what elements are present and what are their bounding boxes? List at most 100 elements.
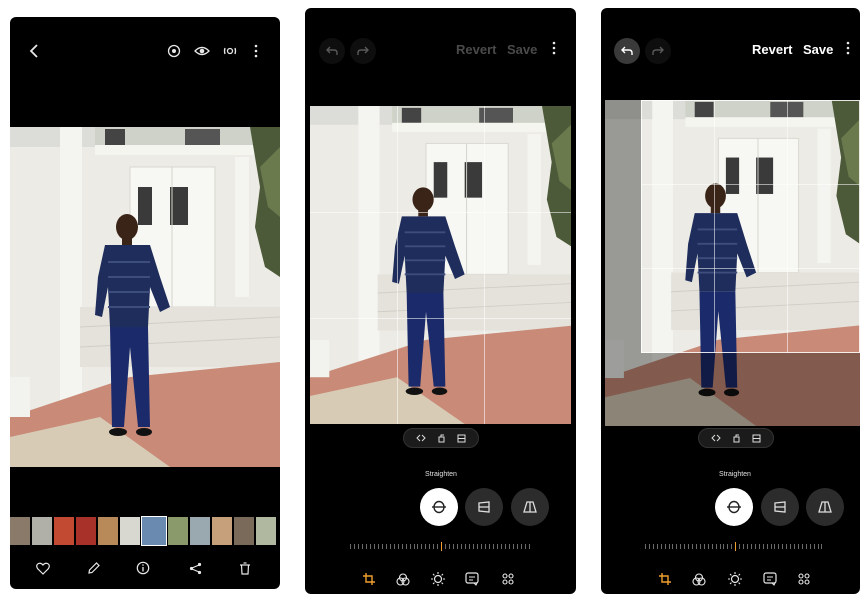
dial-tick bbox=[350, 543, 351, 549]
motion-photo-icon[interactable] bbox=[166, 43, 182, 59]
edit-photo-canvas[interactable] bbox=[605, 100, 860, 426]
share-icon[interactable] bbox=[186, 559, 204, 577]
decorations-icon[interactable] bbox=[762, 571, 778, 587]
tone-icon[interactable] bbox=[727, 571, 743, 587]
dial-tick bbox=[516, 543, 518, 549]
edit-photo-canvas[interactable] bbox=[310, 106, 571, 424]
dial-tick bbox=[707, 543, 709, 549]
dial-tick bbox=[817, 543, 819, 549]
filters-icon[interactable] bbox=[691, 571, 707, 587]
straighten-dial[interactable] bbox=[350, 541, 530, 551]
dial-tick bbox=[357, 543, 359, 549]
dial-tick bbox=[421, 543, 423, 549]
info-icon[interactable] bbox=[134, 559, 152, 577]
crop-grid-line bbox=[310, 212, 571, 213]
more-tools-icon[interactable] bbox=[796, 571, 812, 587]
undo-button[interactable] bbox=[319, 38, 345, 64]
dial-tick bbox=[512, 543, 514, 549]
dial-tick bbox=[676, 543, 678, 549]
save-button[interactable]: Save bbox=[507, 42, 537, 57]
gallery-thumbnail[interactable] bbox=[256, 517, 276, 545]
edit-pencil-icon[interactable] bbox=[84, 559, 102, 577]
dial-tick bbox=[361, 543, 363, 549]
revert-button[interactable]: Revert bbox=[456, 42, 496, 57]
dial-tick bbox=[660, 543, 662, 549]
dial-tick bbox=[369, 543, 371, 549]
redo-button[interactable] bbox=[350, 38, 376, 64]
transform-icon[interactable] bbox=[657, 571, 673, 587]
dial-tick bbox=[524, 543, 526, 549]
crop-grid-line bbox=[397, 106, 398, 424]
dial-tick bbox=[441, 541, 443, 551]
straighten-dial[interactable] bbox=[645, 541, 823, 551]
undo-button[interactable] bbox=[614, 38, 640, 64]
dial-tick bbox=[684, 543, 686, 549]
revert-button[interactable]: Revert bbox=[752, 42, 792, 57]
transform-icon[interactable] bbox=[361, 571, 377, 587]
horizontal-perspective-button[interactable] bbox=[511, 488, 549, 526]
dial-tick bbox=[723, 543, 725, 549]
gallery-thumbnail[interactable] bbox=[120, 517, 140, 545]
delete-trash-icon[interactable] bbox=[236, 559, 254, 577]
crop-frame[interactable] bbox=[641, 100, 860, 353]
dial-tick bbox=[692, 543, 694, 549]
thumbnail-strip[interactable] bbox=[10, 516, 280, 549]
straighten-mode-button[interactable] bbox=[715, 488, 753, 526]
gallery-thumbnail[interactable] bbox=[32, 517, 52, 545]
eye-icon[interactable] bbox=[193, 43, 211, 59]
dial-tick bbox=[453, 543, 455, 549]
gallery-thumbnail[interactable] bbox=[168, 517, 188, 545]
rotate-icon[interactable] bbox=[732, 434, 741, 443]
vertical-perspective-icon bbox=[774, 501, 786, 513]
back-arrow-icon[interactable] bbox=[26, 43, 42, 59]
gallery-thumbnail[interactable] bbox=[76, 517, 96, 545]
more-tools-icon[interactable] bbox=[500, 571, 516, 587]
more-vertical-icon[interactable] bbox=[843, 40, 853, 56]
gallery-thumbnail[interactable] bbox=[10, 517, 30, 545]
gallery-thumbnail[interactable] bbox=[190, 517, 210, 545]
crop-grid-line bbox=[484, 106, 485, 424]
dial-tick bbox=[484, 543, 486, 549]
aspect-ratio-icon[interactable] bbox=[457, 434, 466, 443]
dial-tick bbox=[461, 543, 463, 549]
flip-icon[interactable] bbox=[415, 434, 426, 442]
rotate-icon[interactable] bbox=[437, 434, 446, 443]
horizontal-perspective-button[interactable] bbox=[806, 488, 844, 526]
straighten-icon bbox=[432, 500, 446, 514]
flip-icon[interactable] bbox=[710, 434, 721, 442]
dial-tick bbox=[473, 543, 475, 549]
dial-tick bbox=[758, 543, 760, 549]
gallery-thumbnail[interactable] bbox=[54, 517, 74, 545]
dial-tick bbox=[520, 543, 522, 549]
vertical-perspective-button[interactable] bbox=[465, 488, 503, 526]
decorations-icon[interactable] bbox=[464, 571, 480, 587]
main-photo[interactable] bbox=[10, 127, 280, 467]
mode-label: Straighten bbox=[425, 471, 457, 478]
crop-grid-line bbox=[714, 100, 715, 353]
more-vertical-icon[interactable] bbox=[549, 40, 559, 56]
tone-icon[interactable] bbox=[430, 571, 446, 587]
gallery-thumbnail[interactable] bbox=[141, 516, 167, 546]
favorite-heart-icon[interactable] bbox=[34, 559, 52, 577]
dial-tick bbox=[469, 543, 471, 549]
dial-tick bbox=[488, 543, 490, 549]
vertical-perspective-button[interactable] bbox=[761, 488, 799, 526]
dial-tick bbox=[797, 543, 799, 549]
dial-tick bbox=[652, 543, 654, 549]
dial-tick bbox=[389, 543, 391, 549]
aspect-ratio-icon[interactable] bbox=[752, 434, 761, 443]
dial-tick bbox=[821, 543, 823, 549]
more-vertical-icon[interactable] bbox=[250, 43, 262, 59]
filters-icon[interactable] bbox=[395, 571, 411, 587]
straighten-mode-button[interactable] bbox=[420, 488, 458, 526]
dial-tick bbox=[508, 543, 510, 549]
gallery-thumbnail[interactable] bbox=[234, 517, 254, 545]
save-button[interactable]: Save bbox=[803, 42, 833, 57]
crop-grid-line bbox=[787, 100, 788, 353]
redo-button[interactable] bbox=[645, 38, 671, 64]
live-focus-icon[interactable] bbox=[222, 43, 238, 59]
gallery-thumbnail[interactable] bbox=[98, 517, 118, 545]
gallery-thumbnail[interactable] bbox=[212, 517, 232, 545]
dial-tick bbox=[437, 543, 439, 549]
dial-tick bbox=[762, 543, 764, 549]
